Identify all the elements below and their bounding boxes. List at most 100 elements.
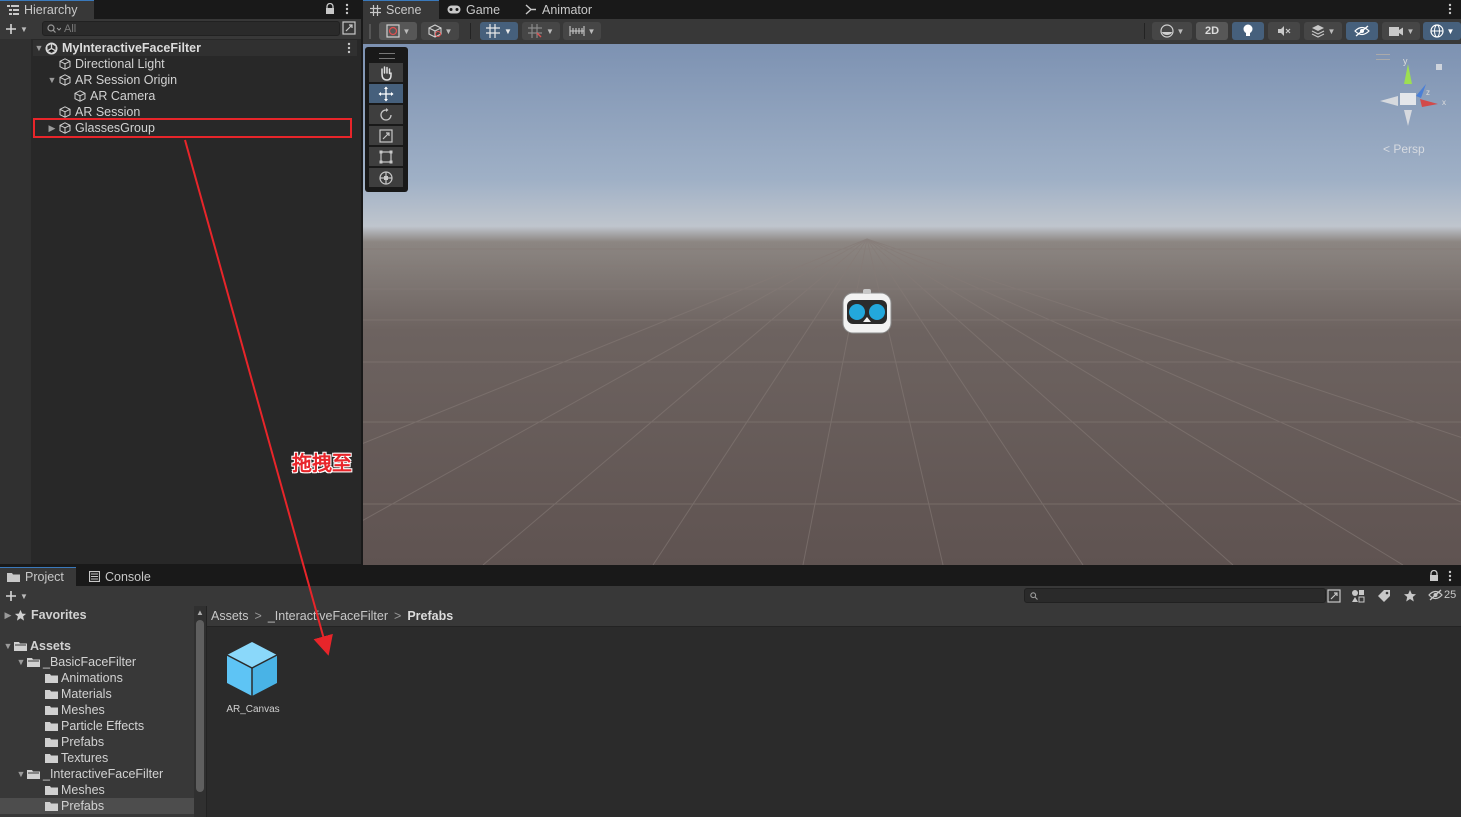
transform-all-icon — [379, 170, 393, 185]
tab-hierarchy[interactable]: Hierarchy — [0, 0, 94, 19]
tab-hierarchy-label: Hierarchy — [24, 3, 78, 17]
filter-by-type-icon[interactable] — [1351, 589, 1365, 606]
ground-grid — [363, 238, 1461, 565]
tab-project-label: Project — [25, 570, 64, 584]
shading-mode-dropdown[interactable]: ▼ — [1152, 22, 1192, 40]
scene-more-icon[interactable] — [347, 42, 351, 57]
project-add-button[interactable]: ▼ — [5, 589, 33, 603]
grid-snap-toggle[interactable]: ▼ — [480, 22, 518, 40]
tree-item-assets[interactable]: ▼ Assets — [2, 638, 71, 654]
tree-item-basicfacefilter[interactable]: ▼ _BasicFaceFilter — [15, 654, 137, 670]
hierarchy-add-button[interactable]: ▼ — [5, 22, 33, 36]
tree-item-materials[interactable]: Materials — [45, 686, 112, 702]
filter-by-label-icon[interactable] — [1377, 589, 1391, 606]
move-tool[interactable] — [369, 84, 403, 103]
tree-item-meshes-2[interactable]: Meshes — [45, 782, 105, 798]
asset-item-ar-canvas[interactable]: AR_Canvas — [220, 640, 286, 720]
tree-item-prefabs[interactable]: Prefabs — [45, 734, 104, 750]
tree-item-meshes[interactable]: Meshes — [45, 702, 105, 718]
hand-tool[interactable] — [369, 63, 403, 82]
tree-item-favorites[interactable]: ▶ Favorites — [2, 607, 87, 623]
draw-mode-dropdown[interactable]: ▼ — [379, 22, 417, 40]
hierarchy-search-input[interactable]: All — [42, 21, 340, 36]
project-tabbar — [0, 567, 1461, 586]
expand-arrow-icon[interactable]: ▼ — [15, 769, 27, 779]
project-more-icon[interactable] — [1448, 570, 1452, 585]
sphere-icon — [1159, 24, 1174, 38]
render-mode-dropdown[interactable]: ▼ — [421, 22, 459, 40]
tab-console[interactable]: Console — [82, 567, 162, 586]
tree-item-prefabs-selected[interactable]: Prefabs — [45, 798, 104, 814]
expand-arrow-icon[interactable]: ▼ — [15, 657, 27, 667]
scene-viewport[interactable]: y z x < Persp — [363, 44, 1461, 565]
expand-arrow-icon[interactable]: ▼ — [45, 75, 59, 85]
projection-label[interactable]: < Persp — [1383, 142, 1425, 156]
tab-game-label: Game — [466, 2, 501, 17]
folder-icon — [45, 690, 58, 699]
hierarchy-item-directional-light[interactable]: Directional Light — [59, 56, 165, 72]
gameobject-cube-icon — [74, 90, 86, 102]
expand-arrow-icon[interactable]: ▼ — [33, 43, 45, 53]
ar-camera-gizmo[interactable] — [841, 288, 893, 338]
rect-tool[interactable] — [369, 147, 403, 166]
scene-orientation-gizmo[interactable]: y z x < Persp — [1368, 48, 1458, 158]
tab-console-label: Console — [105, 569, 151, 584]
axis-x-label: x — [1442, 98, 1446, 107]
tree-item-textures[interactable]: Textures — [45, 750, 108, 766]
star-icon — [14, 609, 27, 621]
ruler-icon — [568, 26, 585, 36]
folder-icon — [7, 573, 20, 582]
hierarchy-item-ar-session-origin[interactable]: ▼ AR Session Origin — [45, 72, 178, 88]
scrollbar-thumb[interactable] — [196, 620, 204, 792]
tab-project[interactable]: Project — [0, 567, 76, 586]
gamepad-icon — [447, 5, 461, 14]
project-tree-scrollbar[interactable]: ▲ — [194, 606, 206, 817]
breadcrumb-interactivefacefilter[interactable]: _InteractiveFaceFilter — [268, 609, 388, 623]
tree-item-animations[interactable]: Animations — [45, 670, 123, 686]
scene-more-icon[interactable] — [1448, 3, 1452, 18]
gizmos-dropdown[interactable]: ▼ — [1423, 22, 1461, 40]
tab-animator[interactable]: Animator — [518, 0, 603, 19]
move-arrows-icon — [378, 86, 394, 101]
snap-settings-dropdown[interactable]: ▼ — [563, 22, 601, 40]
hierarchy-lock-icon[interactable] — [325, 2, 335, 15]
mode-2d-toggle[interactable]: 2D — [1196, 22, 1228, 40]
search-scope-icon[interactable] — [1327, 589, 1341, 606]
tab-game[interactable]: Game — [440, 0, 510, 19]
scene-visibility-icon[interactable] — [342, 21, 356, 35]
effects-dropdown[interactable]: ▼ — [1304, 22, 1342, 40]
annotation-highlight-box — [33, 118, 352, 138]
scale-tool[interactable] — [369, 126, 403, 145]
folder-open-icon — [27, 658, 40, 667]
project-lock-icon[interactable] — [1429, 569, 1439, 585]
axis-gizmo-icon — [1380, 64, 1438, 126]
rotate-tool[interactable] — [369, 105, 403, 124]
lighting-toggle[interactable] — [1232, 22, 1264, 40]
hierarchy-item-label: Directional Light — [75, 57, 165, 71]
hierarchy-more-icon[interactable] — [345, 3, 351, 15]
tree-item-interactivefacefilter[interactable]: ▼ _InteractiveFaceFilter — [15, 766, 164, 782]
breadcrumb-assets[interactable]: Assets — [211, 609, 249, 623]
camera-settings-dropdown[interactable]: ▼ — [1382, 22, 1420, 40]
palette-grip[interactable] — [379, 53, 395, 59]
collapse-arrow-icon[interactable]: ▶ — [2, 610, 14, 621]
globe-icon — [1429, 24, 1444, 38]
hierarchy-item-scene[interactable]: ▼ MyInteractiveFaceFilter — [33, 40, 357, 56]
audio-toggle[interactable] — [1268, 22, 1300, 40]
tree-item-particle-effects[interactable]: Particle Effects — [45, 718, 144, 734]
expand-arrow-icon[interactable]: ▼ — [2, 641, 14, 651]
breadcrumb-prefabs[interactable]: Prefabs — [407, 609, 453, 623]
transform-tool[interactable] — [369, 168, 403, 187]
project-search-input[interactable] — [1024, 588, 1326, 603]
tab-scene[interactable]: Scene — [363, 0, 439, 19]
scrollbar-up-arrow[interactable]: ▲ — [196, 608, 204, 617]
mode-2d-label: 2D — [1204, 25, 1220, 37]
folder-icon — [45, 754, 58, 763]
increment-snap-toggle[interactable]: ▼ — [522, 22, 560, 40]
hierarchy-item-ar-camera[interactable]: AR Camera — [74, 88, 155, 104]
scene-visibility-toggle[interactable] — [1346, 22, 1378, 40]
tree-item-label: Particle Effects — [61, 719, 145, 733]
favorites-star-icon[interactable] — [1403, 589, 1417, 606]
hidden-packages-toggle[interactable]: 25 — [1428, 589, 1456, 601]
tab-animator-label: Animator — [542, 2, 593, 17]
